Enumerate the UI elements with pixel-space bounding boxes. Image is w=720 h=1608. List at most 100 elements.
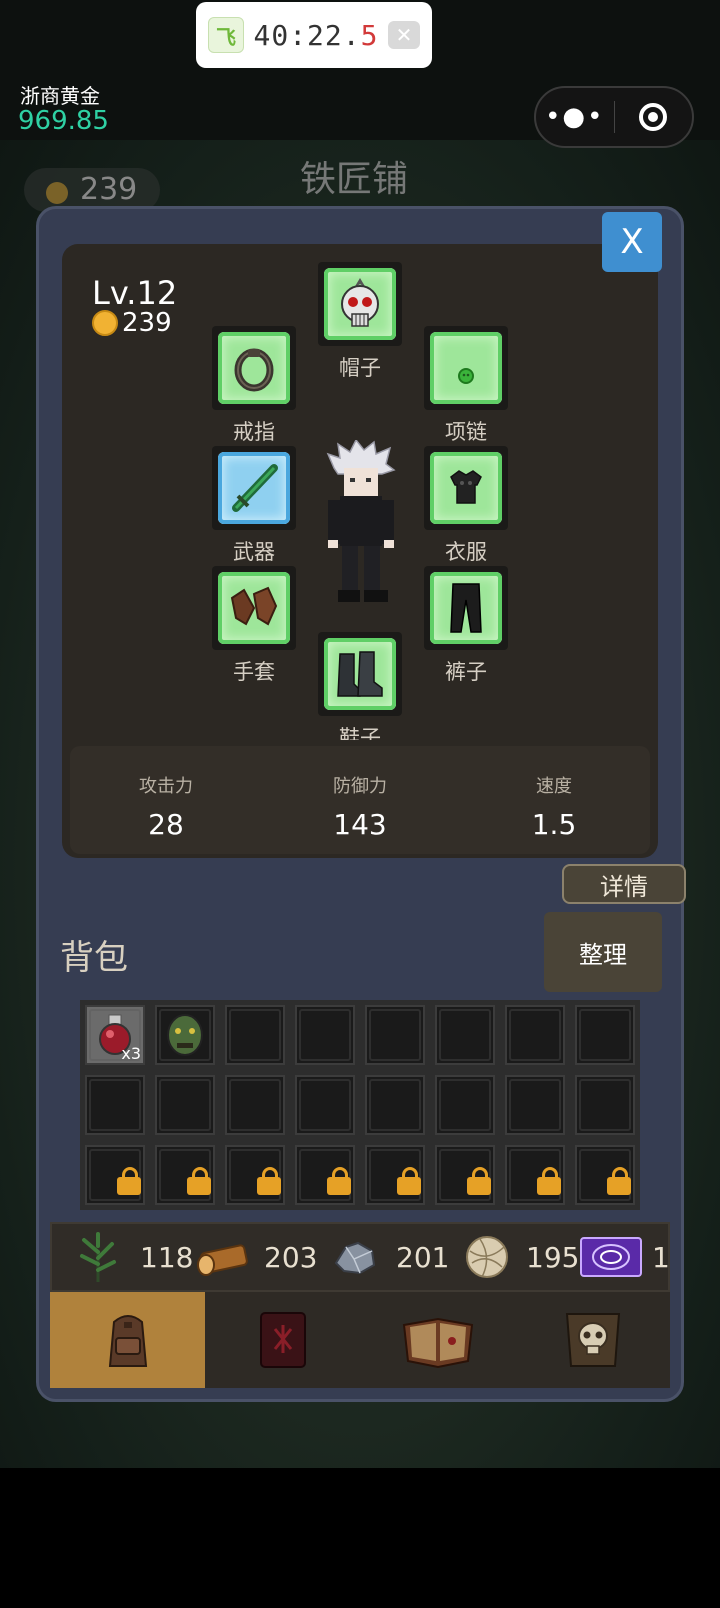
bottom-tab-bar bbox=[50, 1292, 670, 1388]
ticker-value: 969.85 bbox=[18, 106, 109, 136]
stat-defense-value: 143 bbox=[333, 808, 387, 841]
resource-herb-count: 118 bbox=[140, 1240, 194, 1274]
app-logo-icon: 飞 bbox=[208, 17, 244, 53]
more-options-icon[interactable]: •●• bbox=[536, 102, 614, 132]
stat-speed-value: 1.5 bbox=[531, 808, 577, 841]
resource-ore: 201 bbox=[332, 1224, 449, 1290]
background-coin-icon bbox=[46, 182, 68, 204]
inventory-slot[interactable] bbox=[430, 1000, 500, 1070]
thread-ball-icon bbox=[466, 1236, 508, 1278]
resource-thread-count: 195 bbox=[526, 1240, 580, 1274]
miniprogram-capsule: •●• bbox=[534, 86, 694, 148]
lock-icon bbox=[257, 1167, 281, 1195]
resource-thread: 195 bbox=[462, 1224, 579, 1290]
backpack-icon bbox=[108, 1315, 147, 1367]
exit-miniprogram-button[interactable] bbox=[615, 103, 693, 131]
stat-speed-label: 速度 bbox=[536, 776, 572, 797]
slot-label-hat: 帽子 bbox=[339, 356, 381, 380]
inventory-slot[interactable] bbox=[430, 1070, 500, 1140]
tab-rune-book[interactable] bbox=[205, 1292, 360, 1388]
slot-label-shoes: 鞋子 bbox=[339, 726, 381, 740]
locked-slot[interactable] bbox=[500, 1140, 570, 1210]
timer-close-icon[interactable]: ✕ bbox=[387, 21, 420, 49]
stat-defense-label: 防御力 bbox=[333, 776, 387, 797]
locked-slot[interactable] bbox=[150, 1140, 220, 1210]
inventory-slot[interactable] bbox=[570, 1070, 640, 1140]
stat-attack-value: 28 bbox=[148, 808, 184, 841]
player-character bbox=[326, 440, 396, 602]
inventory-slot[interactable] bbox=[290, 1000, 360, 1070]
player-coin-count: 239 bbox=[122, 308, 172, 338]
tab-open-book[interactable] bbox=[360, 1292, 515, 1388]
slot-clothes[interactable] bbox=[424, 446, 508, 530]
slot-hat[interactable] bbox=[318, 262, 402, 346]
stat-defense: 防御力 143 bbox=[280, 772, 440, 841]
skull-banner-icon bbox=[565, 1313, 620, 1367]
resource-wood-count: 203 bbox=[264, 1240, 318, 1274]
tab-skull-banner[interactable] bbox=[515, 1292, 670, 1388]
slot-label-pants: 裤子 bbox=[445, 660, 487, 684]
sort-button[interactable]: 整理 bbox=[544, 912, 662, 992]
stat-attack: 攻击力 28 bbox=[86, 772, 246, 841]
lock-icon bbox=[327, 1167, 351, 1195]
slot-label-necklace: 项链 bbox=[445, 420, 487, 444]
inventory-slot[interactable] bbox=[150, 1000, 220, 1070]
resource-wood: 203 bbox=[194, 1224, 317, 1290]
herb-icon bbox=[80, 1232, 116, 1282]
locked-slot[interactable] bbox=[290, 1140, 360, 1210]
slot-pants[interactable] bbox=[424, 566, 508, 650]
resource-herb: 118 bbox=[76, 1224, 193, 1290]
skull-helmet-icon bbox=[341, 278, 379, 327]
details-button[interactable]: 详情 bbox=[562, 864, 686, 904]
slot-shoes[interactable] bbox=[318, 632, 402, 716]
inventory-slot[interactable] bbox=[80, 1070, 150, 1140]
potion-count: x3 bbox=[121, 1044, 141, 1063]
tab-backpack[interactable] bbox=[50, 1292, 205, 1388]
slot-weapon[interactable] bbox=[212, 446, 296, 530]
inventory-slot[interactable] bbox=[220, 1070, 290, 1140]
slot-label-clothes: 衣服 bbox=[445, 540, 487, 564]
portal-icon bbox=[580, 1237, 642, 1277]
locked-slot[interactable] bbox=[570, 1140, 640, 1210]
lock-icon bbox=[117, 1167, 141, 1195]
timer-capsule: 飞 40:22.5 ✕ bbox=[196, 2, 432, 68]
armor-icon bbox=[450, 470, 482, 504]
locked-slot[interactable] bbox=[430, 1140, 500, 1210]
inventory-slot[interactable]: x3 bbox=[80, 1000, 150, 1070]
inventory-slot[interactable] bbox=[570, 1000, 640, 1070]
gloves-icon bbox=[230, 586, 278, 626]
target-icon bbox=[639, 103, 668, 131]
player-coins: 239 bbox=[92, 308, 172, 338]
inventory-slot[interactable] bbox=[500, 1000, 570, 1070]
sword-icon bbox=[232, 464, 278, 512]
slot-necklace[interactable] bbox=[424, 326, 508, 410]
slot-label-weapon: 武器 bbox=[233, 540, 275, 564]
slot-gloves[interactable] bbox=[212, 566, 296, 650]
inventory-slot[interactable] bbox=[150, 1070, 220, 1140]
slot-label-ring: 戒指 bbox=[233, 420, 275, 444]
locked-slot[interactable] bbox=[220, 1140, 290, 1210]
close-button[interactable]: X bbox=[602, 212, 662, 272]
lock-icon bbox=[187, 1167, 211, 1195]
slot-label-gloves: 手套 bbox=[233, 660, 275, 684]
inventory-slot[interactable] bbox=[220, 1000, 290, 1070]
necklace-icon bbox=[458, 368, 474, 384]
resource-portal: 19 bbox=[580, 1224, 668, 1290]
inventory-slot[interactable] bbox=[360, 1000, 430, 1070]
inventory-slot[interactable] bbox=[360, 1070, 430, 1140]
resource-ore-count: 201 bbox=[396, 1240, 450, 1274]
shop-title: 铁匠铺 bbox=[300, 159, 409, 200]
boots-icon bbox=[337, 651, 383, 697]
slot-ring[interactable] bbox=[212, 326, 296, 410]
lock-icon bbox=[397, 1167, 421, 1195]
lock-icon bbox=[467, 1167, 491, 1195]
locked-slot[interactable] bbox=[360, 1140, 430, 1210]
rune-book-icon bbox=[259, 1312, 306, 1368]
locked-slot[interactable] bbox=[80, 1140, 150, 1210]
ore-icon bbox=[334, 1241, 376, 1275]
bag-title: 背包 bbox=[60, 938, 128, 978]
inventory-slot[interactable] bbox=[500, 1070, 570, 1140]
coin-icon bbox=[92, 310, 118, 336]
wood-log-icon bbox=[197, 1244, 248, 1276]
inventory-slot[interactable] bbox=[290, 1070, 360, 1140]
